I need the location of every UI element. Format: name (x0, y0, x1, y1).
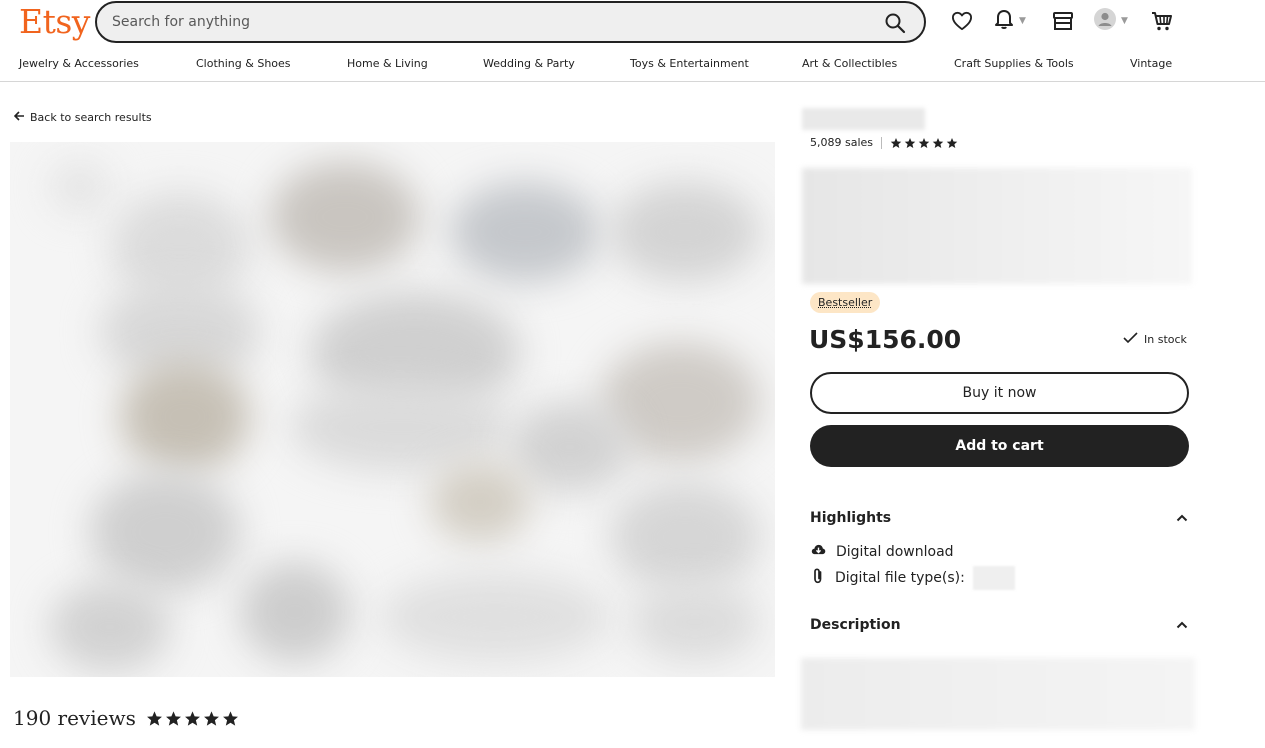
etsy-logo[interactable]: Etsy (19, 2, 90, 41)
reviews-count[interactable]: 190 reviews (13, 706, 136, 730)
bestseller-badge[interactable]: Bestseller (810, 292, 881, 313)
shop-icon[interactable] (1052, 9, 1074, 33)
star-icon (946, 137, 958, 148)
product-title-redacted (802, 168, 1192, 284)
heart-icon[interactable] (951, 9, 973, 33)
cart-icon[interactable] (1151, 9, 1173, 33)
highlight-text: Digital download (836, 543, 954, 560)
highlight-file-type: Digital file type(s): (811, 566, 1015, 590)
stock-label: In stock (1144, 333, 1187, 346)
category-craft[interactable]: Craft Supplies & Tools (954, 57, 1074, 70)
cloud-download-icon (811, 543, 826, 560)
star-icon (146, 710, 162, 726)
category-wedding[interactable]: Wedding & Party (483, 57, 575, 70)
category-toys[interactable]: Toys & Entertainment (630, 57, 749, 70)
shop-name-redacted (802, 108, 925, 130)
account-menu[interactable]: ▼ (1094, 8, 1128, 34)
back-link-label: Back to search results (30, 111, 152, 124)
chevron-up-icon (1176, 510, 1188, 526)
sales-count: 5,089 sales (810, 136, 874, 149)
category-vintage[interactable]: Vintage (1130, 57, 1172, 70)
buy-now-button[interactable]: Buy it now (810, 372, 1189, 414)
highlight-text: Digital file type(s): (835, 570, 965, 586)
checkmark-icon (1123, 332, 1138, 347)
chevron-down-icon: ▼ (1019, 16, 1026, 26)
highlight-digital-download: Digital download (811, 543, 954, 560)
search-bar[interactable] (95, 1, 926, 43)
avatar-icon (1094, 8, 1116, 34)
star-icon (932, 137, 944, 148)
star-icon (222, 710, 238, 726)
category-clothing[interactable]: Clothing & Shoes (196, 57, 291, 70)
description-header[interactable]: Description (810, 617, 1188, 633)
reviews-summary: 190 reviews (13, 706, 239, 730)
star-icon (918, 137, 930, 148)
file-type-redacted (972, 566, 1015, 590)
star-icon (184, 710, 200, 726)
category-art[interactable]: Art & Collectibles (802, 57, 897, 70)
star-icon (165, 710, 181, 726)
star-icon (203, 710, 219, 726)
back-to-results-link[interactable]: Back to search results (13, 111, 152, 124)
product-price: US$156.00 (809, 325, 962, 354)
star-icon (904, 137, 916, 148)
product-image[interactable] (10, 142, 775, 677)
description-title: Description (810, 617, 901, 633)
review-rating (146, 710, 239, 727)
shop-rating[interactable] (890, 137, 958, 149)
highlights-header[interactable]: Highlights (810, 510, 1188, 526)
arrow-left-icon (13, 111, 25, 124)
divider (881, 136, 883, 149)
chevron-up-icon (1176, 617, 1188, 633)
notifications-menu[interactable]: ▼ (994, 9, 1026, 33)
highlights-title: Highlights (810, 510, 892, 526)
description-text-redacted (801, 658, 1195, 730)
search-icon[interactable] (884, 12, 906, 34)
category-jewelry[interactable]: Jewelry & Accessories (19, 57, 139, 70)
shop-stats: 5,089 sales (810, 136, 958, 149)
category-home[interactable]: Home & Living (347, 57, 428, 70)
category-nav: Jewelry & Accessories Clothing & Shoes H… (0, 52, 1265, 82)
chevron-down-icon: ▼ (1121, 16, 1128, 26)
search-input[interactable] (112, 14, 924, 30)
paperclip-icon (811, 568, 825, 588)
star-icon (890, 137, 902, 148)
stock-status: In stock (1123, 332, 1187, 347)
bell-icon (994, 8, 1014, 34)
add-to-cart-button[interactable]: Add to cart (810, 425, 1189, 467)
